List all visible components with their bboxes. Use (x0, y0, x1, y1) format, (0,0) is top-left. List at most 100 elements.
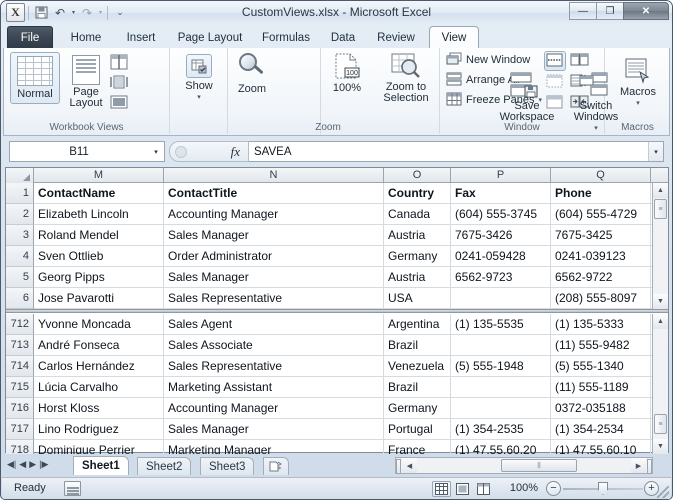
cell-P713[interactable] (451, 335, 551, 356)
cell-P6[interactable] (451, 288, 551, 309)
cell-M2[interactable]: Elizabeth Lincoln (34, 204, 164, 225)
vertical-scrollbar-top-pane[interactable]: ▲ ≡ ▼ (652, 183, 668, 309)
hscroll-left-grip[interactable] (396, 459, 401, 474)
column-header-O[interactable]: O (384, 168, 451, 183)
hscroll-right-grip[interactable] (647, 459, 652, 474)
table-row[interactable]: 2 Elizabeth Lincoln Accounting Manager C… (6, 204, 668, 225)
custom-views-button[interactable] (110, 74, 128, 93)
normal-view-shortcut[interactable] (432, 481, 451, 497)
column-header-P[interactable]: P (451, 168, 551, 183)
cell-P2[interactable]: (604) 555-3745 (451, 204, 551, 225)
normal-view-button[interactable]: Normal (10, 52, 60, 104)
cell-Q717[interactable]: (1) 354-2534 (551, 419, 651, 440)
table-row[interactable]: 1 ContactName ContactTitle Country Fax P… (6, 183, 668, 204)
cell-M712[interactable]: Yvonne Moncada (34, 314, 164, 335)
minimize-button[interactable]: — (569, 2, 597, 20)
insert-function-icon[interactable]: fx (231, 144, 240, 160)
zoom-100-button[interactable]: 100 100% (323, 53, 371, 94)
cell-N713[interactable]: Sales Associate (164, 335, 384, 356)
cell-P718[interactable]: (1) 47.55.60.20 (451, 440, 551, 454)
show-dropdown-icon[interactable]: ▾ (197, 92, 201, 104)
table-row[interactable]: 3 Roland Mendel Sales Manager Austria 76… (6, 225, 668, 246)
cell-O713[interactable]: Brazil (384, 335, 451, 356)
row-header[interactable]: 714 (6, 356, 34, 377)
macros-dropdown-icon[interactable]: ▾ (636, 98, 640, 110)
cell-P714[interactable]: (5) 555-1948 (451, 356, 551, 377)
cell-O6[interactable]: USA (384, 288, 451, 309)
cell-N5[interactable]: Sales Manager (164, 267, 384, 288)
select-all-corner[interactable] (6, 168, 34, 183)
zoom-slider-thumb[interactable] (598, 482, 608, 495)
page-break-preview-shortcut[interactable] (474, 481, 493, 497)
cell-M713[interactable]: André Fonseca (34, 335, 164, 356)
cell-N6[interactable]: Sales Representative (164, 288, 384, 309)
macros-button[interactable]: Macros ▾ (613, 58, 663, 110)
cell-Q713[interactable]: (11) 555-9482 (551, 335, 651, 356)
page-layout-view-button[interactable]: Page Layout (63, 55, 109, 109)
cell-N714[interactable]: Sales Representative (164, 356, 384, 377)
first-sheet-button[interactable]: ◀| (7, 459, 16, 470)
row-header[interactable]: 717 (6, 419, 34, 440)
cell-M716[interactable]: Horst Kloss (34, 398, 164, 419)
cell-O715[interactable]: Brazil (384, 377, 451, 398)
column-header-R[interactable] (651, 168, 668, 183)
sheet-tab-sheet1[interactable]: Sheet1 (73, 456, 129, 475)
tab-review[interactable]: Review (367, 26, 425, 49)
cell-N2[interactable]: Accounting Manager (164, 204, 384, 225)
cell-O3[interactable]: Austria (384, 225, 451, 246)
tab-view[interactable]: View (429, 26, 479, 49)
prev-sheet-button[interactable]: ◀ (19, 459, 26, 470)
row-header[interactable]: 4 (6, 246, 34, 267)
table-row[interactable]: 6 Jose Pavarotti Sales Representative US… (6, 288, 668, 309)
cell-P1[interactable]: Fax (451, 183, 551, 204)
zoom-to-selection-button[interactable]: Zoom to Selection (373, 53, 439, 104)
cell-Q714[interactable]: (5) 555-1340 (551, 356, 651, 377)
cell-Q1[interactable]: Phone (551, 183, 651, 204)
cell-P4[interactable]: 0241-059428 (451, 246, 551, 267)
cell-Q2[interactable]: (604) 555-4729 (551, 204, 651, 225)
sheet-tab-sheet3[interactable]: Sheet3 (200, 457, 255, 475)
cell-O717[interactable]: Portugal (384, 419, 451, 440)
column-header-Q[interactable]: Q (551, 168, 651, 183)
row-header[interactable]: 5 (6, 267, 34, 288)
insert-worksheet-button[interactable] (263, 457, 289, 475)
page-break-preview-button[interactable] (110, 54, 128, 73)
row-header[interactable]: 716 (6, 398, 34, 419)
cell-Q6[interactable]: (208) 555-8097 (551, 288, 651, 309)
scroll-thumb-top[interactable]: ≡ (654, 199, 667, 219)
cell-Q3[interactable]: 7675-3425 (551, 225, 651, 246)
cell-N712[interactable]: Sales Agent (164, 314, 384, 335)
row-header[interactable]: 712 (6, 314, 34, 335)
scroll-down-button-bottom[interactable]: ▼ (653, 439, 668, 454)
row-header[interactable]: 713 (6, 335, 34, 356)
switch-windows-dropdown-icon[interactable]: ▾ (594, 123, 598, 135)
hscroll-left-button[interactable]: ◀ (402, 458, 417, 473)
scroll-up-button-top[interactable]: ▲ (653, 183, 668, 198)
expand-formula-bar-icon[interactable]: ▾ (648, 142, 663, 161)
cell-O1[interactable]: Country (384, 183, 451, 204)
resize-grip[interactable] (657, 486, 669, 498)
cell-O4[interactable]: Germany (384, 246, 451, 267)
column-header-N[interactable]: N (164, 168, 384, 183)
scroll-down-button-top[interactable]: ▼ (653, 294, 668, 309)
table-row[interactable]: 718 Dominique Perrier Marketing Manager … (6, 440, 668, 454)
cell-Q716[interactable]: 0372-035188 (551, 398, 651, 419)
scroll-thumb-bottom[interactable]: ≡ (654, 414, 667, 434)
scroll-up-button-bottom[interactable]: ▲ (653, 314, 668, 329)
cell-O2[interactable]: Canada (384, 204, 451, 225)
close-button[interactable]: ✕ (623, 2, 669, 20)
zoom-out-button[interactable]: − (546, 481, 561, 496)
table-row[interactable]: 712 Yvonne Moncada Sales Agent Argentina… (6, 314, 668, 335)
save-workspace-button[interactable]: Save Workspace (492, 72, 562, 123)
page-layout-view-shortcut[interactable] (453, 481, 472, 497)
last-sheet-button[interactable]: |▶ (39, 459, 48, 470)
row-header[interactable]: 3 (6, 225, 34, 246)
cell-M714[interactable]: Carlos Hernández (34, 356, 164, 377)
column-header-M[interactable]: M (34, 168, 164, 183)
cell-M6[interactable]: Jose Pavarotti (34, 288, 164, 309)
table-row[interactable]: 5 Georg Pipps Sales Manager Austria 6562… (6, 267, 668, 288)
cell-P716[interactable] (451, 398, 551, 419)
pane-split-divider[interactable] (6, 309, 668, 313)
sheet-tab-sheet2[interactable]: Sheet2 (137, 457, 192, 475)
cell-P5[interactable]: 6562-9723 (451, 267, 551, 288)
